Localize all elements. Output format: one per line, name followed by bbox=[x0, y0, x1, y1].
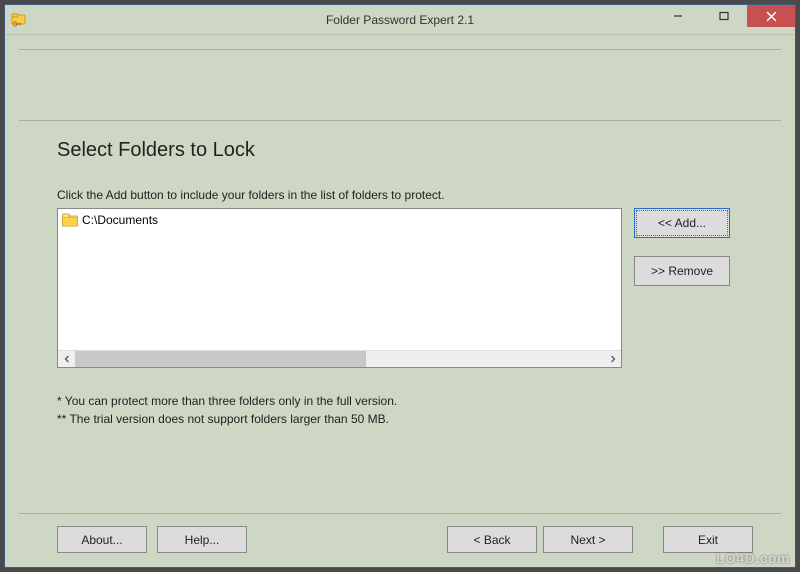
remove-button[interactable]: >> Remove bbox=[634, 256, 730, 286]
notes: * You can protect more than three folder… bbox=[57, 392, 753, 428]
titlebar: Folder Password Expert 2.1 bbox=[5, 5, 795, 35]
folder-list[interactable]: C:\Documents bbox=[57, 208, 622, 368]
horizontal-scrollbar[interactable] bbox=[58, 350, 621, 367]
button-group-left: About... Help... bbox=[57, 526, 247, 553]
page-heading: Select Folders to Lock bbox=[57, 139, 753, 162]
scroll-right-arrow[interactable] bbox=[604, 351, 621, 368]
maximize-button[interactable] bbox=[701, 5, 747, 27]
toolbar-area bbox=[19, 49, 781, 121]
scroll-track[interactable] bbox=[75, 351, 604, 368]
bottom-bar: About... Help... < Back Next > Exit bbox=[19, 513, 781, 557]
folder-row: C:\Documents << bbox=[57, 208, 753, 368]
app-window: Folder Password Expert 2.1 Select Folder… bbox=[4, 4, 796, 568]
minimize-button[interactable] bbox=[655, 5, 701, 27]
instruction-text: Click the Add button to include your fol… bbox=[57, 188, 753, 202]
about-button[interactable]: About... bbox=[57, 526, 147, 553]
folder-icon bbox=[62, 213, 78, 227]
folder-path: C:\Documents bbox=[82, 213, 158, 227]
note-line-2: ** The trial version does not support fo… bbox=[57, 410, 753, 428]
button-group-nav: < Back Next > bbox=[447, 526, 633, 553]
list-item[interactable]: C:\Documents bbox=[58, 209, 621, 231]
watermark: LO4D.com bbox=[716, 550, 790, 566]
exit-button[interactable]: Exit bbox=[663, 526, 753, 553]
window-controls bbox=[655, 5, 795, 27]
scroll-left-arrow[interactable] bbox=[58, 351, 75, 368]
add-button[interactable]: << Add... bbox=[634, 208, 730, 238]
side-buttons: << Add... >> Remove bbox=[634, 208, 730, 286]
main-panel: Select Folders to Lock Click the Add but… bbox=[19, 121, 781, 513]
close-button[interactable] bbox=[747, 5, 795, 27]
content-area: Select Folders to Lock Click the Add but… bbox=[5, 35, 795, 567]
note-line-1: * You can protect more than three folder… bbox=[57, 392, 753, 410]
help-button[interactable]: Help... bbox=[157, 526, 247, 553]
scroll-thumb[interactable] bbox=[75, 351, 366, 368]
app-icon bbox=[11, 12, 27, 28]
window-title: Folder Password Expert 2.1 bbox=[326, 13, 474, 27]
back-button[interactable]: < Back bbox=[447, 526, 537, 553]
next-button[interactable]: Next > bbox=[543, 526, 633, 553]
